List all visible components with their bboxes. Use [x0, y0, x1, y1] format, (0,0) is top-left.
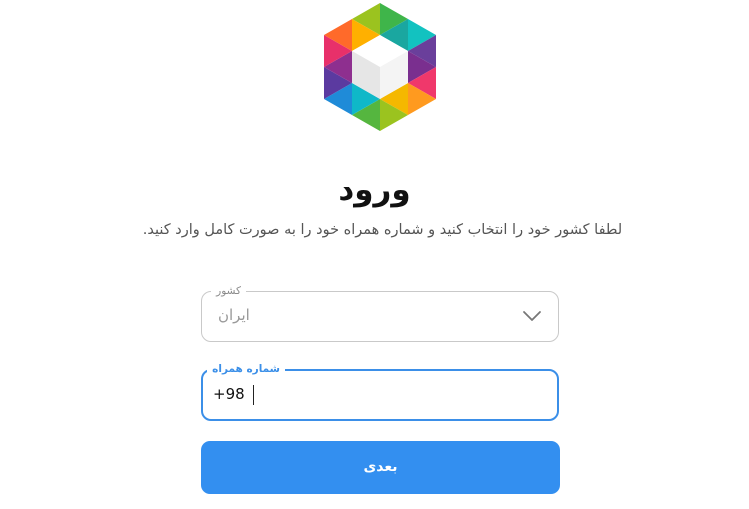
next-button[interactable]: بعدی: [201, 441, 560, 494]
page-subtitle: لطفا کشور خود را انتخاب کنید و شماره همر…: [142, 222, 623, 238]
phone-field[interactable]: شماره همراه +98: [201, 362, 559, 421]
page-title: ورود: [338, 172, 411, 208]
country-select[interactable]: کشور ایران: [201, 284, 559, 342]
chevron-down-icon[interactable]: [522, 309, 542, 323]
country-value: ایران: [218, 306, 250, 324]
text-cursor: [253, 385, 254, 405]
country-label: کشور: [211, 284, 246, 298]
app-logo-icon: [324, 3, 436, 131]
phone-label: شماره همراه: [207, 362, 285, 376]
country-code-prefix: +98: [213, 385, 245, 403]
